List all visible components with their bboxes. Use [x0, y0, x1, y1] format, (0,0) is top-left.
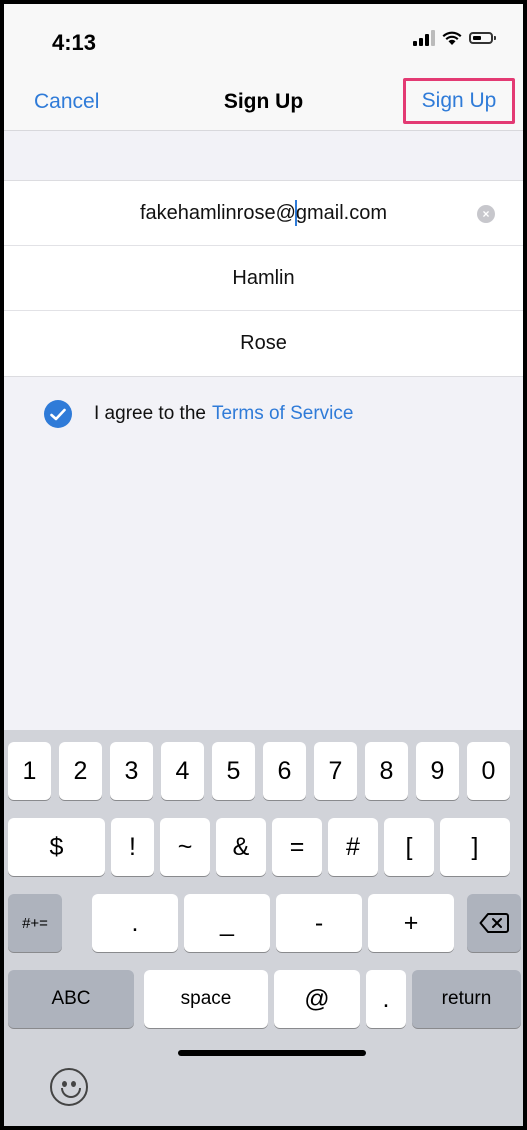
at-key[interactable]: @	[274, 970, 360, 1028]
key-3[interactable]: 3	[110, 742, 153, 800]
dot-key[interactable]: .	[366, 970, 406, 1028]
key-exclamation[interactable]: !	[111, 818, 154, 876]
checkmark-icon[interactable]	[44, 400, 72, 428]
abc-key[interactable]: ABC	[8, 970, 134, 1028]
key-left-bracket[interactable]: [	[384, 818, 434, 876]
key-5[interactable]: 5	[212, 742, 255, 800]
key-8[interactable]: 8	[365, 742, 408, 800]
signal-icon	[413, 30, 435, 46]
backspace-icon	[479, 913, 509, 933]
key-ampersand[interactable]: &	[216, 818, 266, 876]
status-time: 4:13	[52, 30, 97, 55]
agree-label: I agree to the	[94, 403, 206, 424]
last-name-value: Rose	[240, 332, 287, 354]
last-name-field[interactable]: Rose	[4, 311, 523, 376]
key-period[interactable]: .	[92, 894, 178, 952]
terms-agreement: I agree to the Terms of Service	[44, 400, 353, 428]
key-6[interactable]: 6	[263, 742, 306, 800]
key-right-bracket[interactable]: ]	[440, 818, 510, 876]
keyboard: 1 2 3 4 5 6 7 8 9 0 $ ! ~ & = # [ ] #+= …	[4, 730, 523, 1126]
email-field[interactable]: fakehamlinrose@ gmail.com ×	[4, 181, 523, 246]
nav-bar: Cancel Sign Up Sign Up	[4, 78, 523, 131]
key-hash[interactable]: #	[328, 818, 378, 876]
key-4[interactable]: 4	[161, 742, 204, 800]
home-indicator[interactable]	[178, 1050, 366, 1056]
first-name-field[interactable]: Hamlin	[4, 246, 523, 311]
clear-icon[interactable]: ×	[477, 205, 495, 223]
sign-up-button[interactable]: Sign Up	[403, 78, 515, 124]
wifi-icon	[442, 31, 462, 45]
emoji-icon[interactable]	[50, 1068, 88, 1106]
key-tilde[interactable]: ~	[160, 818, 210, 876]
first-name-value: Hamlin	[232, 266, 295, 289]
key-1[interactable]: 1	[8, 742, 51, 800]
cancel-button[interactable]: Cancel	[34, 90, 99, 114]
battery-icon	[469, 32, 496, 44]
key-plus[interactable]: +	[368, 894, 454, 952]
status-bar: 4:13	[4, 4, 523, 78]
email-text-before-caret: fakehamlinrose@	[139, 201, 296, 224]
key-0[interactable]: 0	[467, 742, 510, 800]
key-equals[interactable]: =	[272, 818, 322, 876]
symbols-toggle-key[interactable]: #+=	[8, 894, 62, 952]
key-9[interactable]: 9	[416, 742, 459, 800]
terms-of-service-link[interactable]: Terms of Service	[212, 403, 353, 425]
key-dollar[interactable]: $	[8, 818, 105, 876]
space-key[interactable]: space	[144, 970, 268, 1028]
key-underscore[interactable]: _	[184, 894, 270, 952]
return-key[interactable]: return	[412, 970, 521, 1028]
status-icons	[413, 30, 496, 46]
sign-up-form: fakehamlinrose@ gmail.com × Hamlin Rose	[4, 180, 523, 377]
phone-screen: 4:13 Cancel Sign Up Sign Up fakehamlinro…	[4, 4, 523, 1126]
key-hyphen[interactable]: -	[276, 894, 362, 952]
key-2[interactable]: 2	[59, 742, 102, 800]
email-text-after-caret: gmail.com	[295, 201, 388, 224]
delete-key[interactable]	[467, 894, 521, 952]
key-7[interactable]: 7	[314, 742, 357, 800]
